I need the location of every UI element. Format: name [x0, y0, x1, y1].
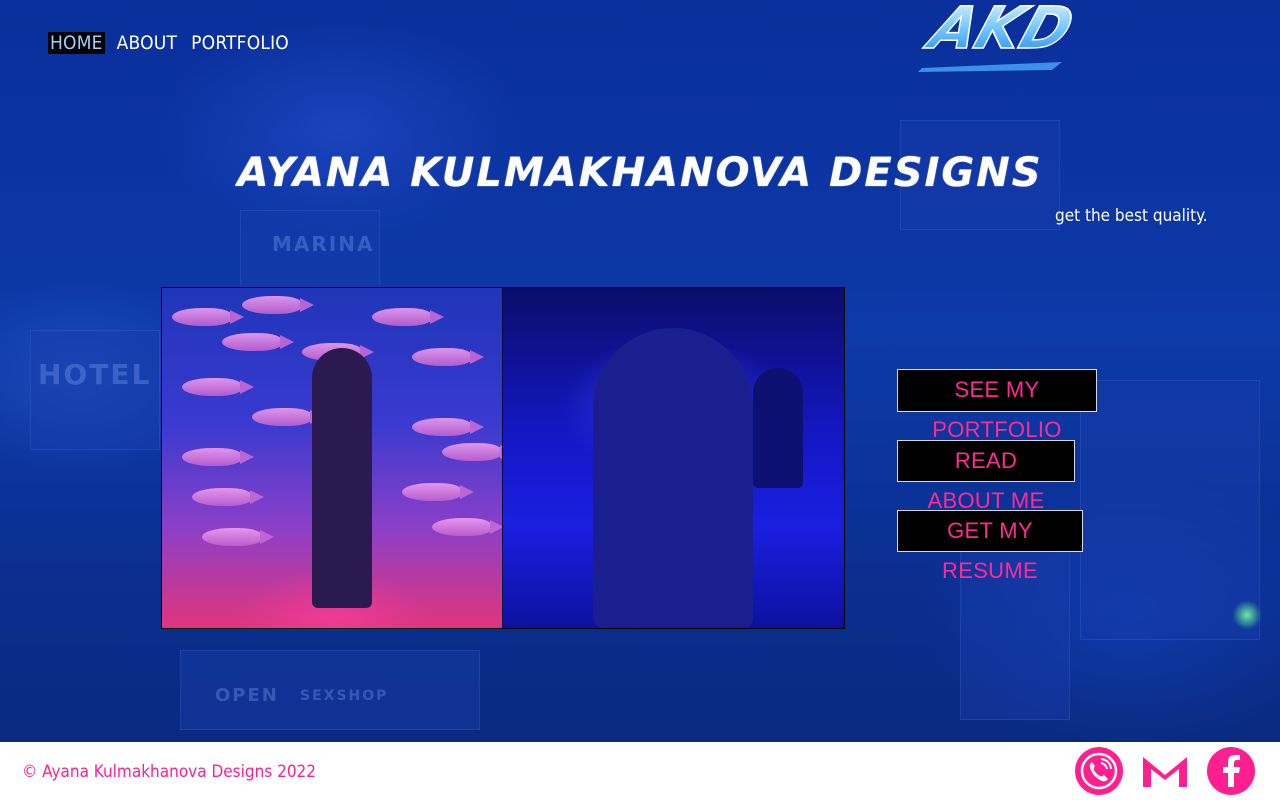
read-about-button[interactable]: READ ABOUT ME [897, 440, 1075, 513]
see-portfolio-button[interactable]: SEE MY PORTFOLIO [897, 369, 1097, 442]
tagline: get the best quality. [1055, 206, 1208, 226]
phone-icon[interactable] [1075, 747, 1123, 795]
gmail-icon[interactable] [1141, 747, 1189, 795]
nav-item-home[interactable]: HOME [48, 32, 105, 54]
nav-item-about[interactable]: ABOUT [115, 32, 180, 54]
photo-gallery [161, 287, 845, 629]
nav-item-portfolio[interactable]: PORTFOLIO [189, 32, 291, 54]
get-resume-button[interactable]: GET MY RESUME [897, 510, 1083, 583]
akd-logo[interactable]: AKD [912, 0, 1108, 74]
main-nav: HOME ABOUT PORTFOLIO [48, 32, 291, 54]
svg-text:AKD: AKD [918, 0, 1082, 63]
facebook-icon[interactable] [1207, 747, 1255, 795]
aquarium-photo [162, 288, 503, 628]
portrait-photo [503, 288, 844, 628]
page-title: AYANA KULMAKHANOVA DESIGNS [237, 150, 1043, 196]
copyright-text: © Ayana Kulmakhanova Designs 2022 [22, 762, 317, 782]
footer: © Ayana Kulmakhanova Designs 2022 [0, 742, 1280, 800]
